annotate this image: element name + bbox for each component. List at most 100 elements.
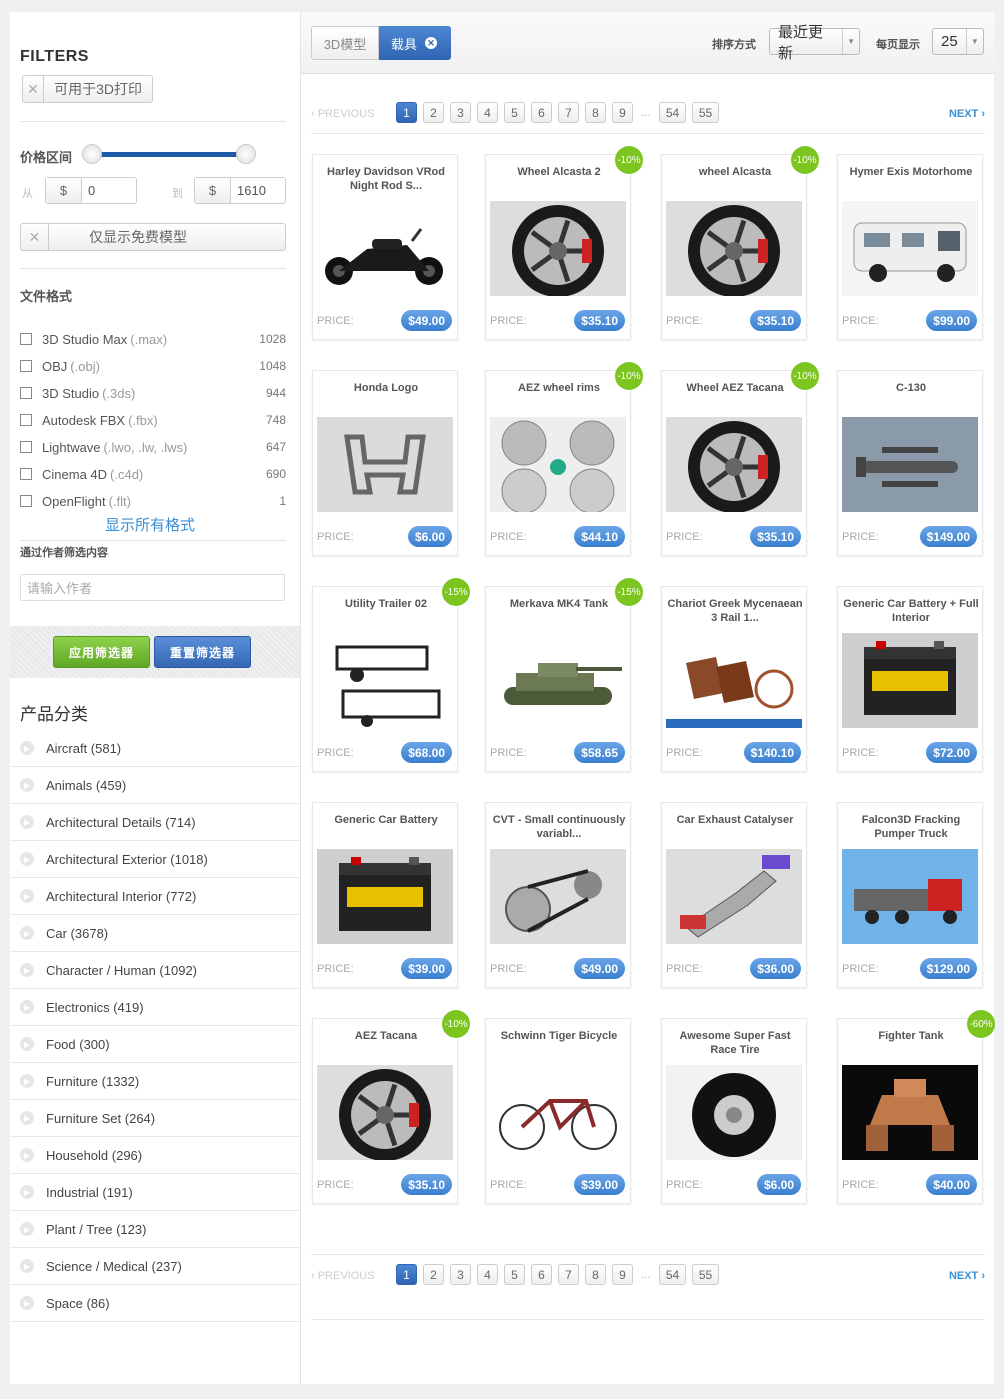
- category-item[interactable]: ▶ Household (296): [10, 1137, 300, 1174]
- format-option[interactable]: 3D Studio (.3ds) 944: [20, 383, 286, 403]
- page-button[interactable]: 8: [585, 1264, 606, 1285]
- product-title[interactable]: C-130: [842, 381, 980, 395]
- page-button[interactable]: 8: [585, 102, 606, 123]
- product-card[interactable]: C-130 PRICE: $149.00: [837, 370, 983, 556]
- page-button[interactable]: 3: [450, 1264, 471, 1285]
- product-title[interactable]: Car Exhaust Catalyser: [666, 813, 804, 827]
- category-item[interactable]: ▶ Architectural Exterior (1018): [10, 841, 300, 878]
- remove-icon[interactable]: ✕: [23, 76, 45, 102]
- category-item[interactable]: ▶ Aircraft (581): [10, 730, 300, 767]
- tire-icon[interactable]: [666, 1065, 802, 1160]
- logo-icon[interactable]: [317, 417, 453, 512]
- product-card[interactable]: wheel Alcasta PRICE: $35.10 -10%: [661, 146, 819, 340]
- sort-select[interactable]: 最近更新 ▼: [769, 24, 860, 62]
- exhaust-icon[interactable]: [666, 849, 802, 944]
- previous-link[interactable]: ‹ PREVIOUS: [311, 1270, 375, 1282]
- author-input[interactable]: 请输入作者: [20, 574, 285, 601]
- page-button[interactable]: 7: [558, 1264, 579, 1285]
- tank-icon[interactable]: [490, 633, 626, 728]
- category-item[interactable]: ▶ Character / Human (1092): [10, 952, 300, 989]
- category-item[interactable]: ▶ Car (3678): [10, 915, 300, 952]
- wheel-icon[interactable]: [317, 1065, 453, 1161]
- breadcrumb-current[interactable]: 载具 ✕: [379, 26, 451, 60]
- product-card[interactable]: Fighter Tank PRICE: $40.00 -60%: [837, 1010, 995, 1204]
- product-title[interactable]: Wheel Alcasta 2: [490, 165, 628, 179]
- apply-filters-button[interactable]: 应用筛选器: [53, 636, 150, 668]
- price-slider-max-handle[interactable]: [236, 144, 256, 164]
- per-page-select[interactable]: 25 ▼: [932, 28, 984, 55]
- next-link[interactable]: NEXT ›: [949, 108, 985, 120]
- price-max-input[interactable]: $ 1610: [194, 177, 286, 204]
- page-button[interactable]: 5: [504, 1264, 525, 1285]
- page-button[interactable]: 9: [612, 102, 633, 123]
- page-button[interactable]: 4: [477, 102, 498, 123]
- product-title[interactable]: Generic Car Battery: [317, 813, 455, 827]
- checkbox[interactable]: [20, 414, 32, 426]
- page-button[interactable]: 1: [396, 102, 417, 123]
- product-card[interactable]: Schwinn Tiger Bicycle PRICE: $39.00: [485, 1018, 631, 1204]
- category-item[interactable]: ▶ Science / Medical (237): [10, 1248, 300, 1285]
- checkbox[interactable]: [20, 387, 32, 399]
- close-icon[interactable]: ✕: [425, 37, 438, 49]
- page-button[interactable]: 3: [450, 102, 471, 123]
- product-card[interactable]: Wheel Alcasta 2 PRICE: $35.10 -10%: [485, 146, 643, 340]
- checkbox[interactable]: [20, 333, 32, 345]
- page-button[interactable]: 1: [396, 1264, 417, 1285]
- category-item[interactable]: ▶ Food (300): [10, 1026, 300, 1063]
- page-button[interactable]: 6: [531, 1264, 552, 1285]
- rims-icon[interactable]: [490, 417, 626, 514]
- product-title[interactable]: Generic Car Battery + Full Interior: [842, 597, 980, 625]
- product-title[interactable]: AEZ Tacana: [317, 1029, 455, 1043]
- product-title[interactable]: Fighter Tank: [842, 1029, 980, 1043]
- trailer-icon[interactable]: [317, 633, 453, 728]
- product-card[interactable]: Generic Car Battery PRICE: $39.00: [312, 802, 458, 988]
- category-item[interactable]: ▶ Furniture (1332): [10, 1063, 300, 1100]
- robot-icon[interactable]: [842, 1065, 978, 1160]
- page-button[interactable]: 54: [659, 1264, 686, 1285]
- price-min-input[interactable]: $ 0: [45, 177, 137, 204]
- product-card[interactable]: Wheel AEZ Tacana PRICE: $35.10 -10%: [661, 362, 819, 556]
- wheel-icon[interactable]: [666, 201, 802, 297]
- format-option[interactable]: Autodesk FBX (.fbx) 748: [20, 410, 286, 430]
- product-title[interactable]: Merkava MK4 Tank: [490, 597, 628, 611]
- page-button[interactable]: 6: [531, 102, 552, 123]
- product-card[interactable]: Awesome Super Fast Race Tire PRICE: $6.00: [661, 1018, 807, 1204]
- product-title[interactable]: Utility Trailer 02: [317, 597, 455, 611]
- page-button[interactable]: 55: [692, 1264, 719, 1285]
- product-title[interactable]: Harley Davidson VRod Night Rod S...: [317, 165, 455, 193]
- category-item[interactable]: ▶ Space (86): [10, 1285, 300, 1322]
- page-button[interactable]: 54: [659, 102, 686, 123]
- wheel-icon[interactable]: [666, 417, 802, 513]
- checkbox[interactable]: [20, 495, 32, 507]
- page-button[interactable]: 55: [692, 102, 719, 123]
- page-button[interactable]: 5: [504, 102, 525, 123]
- product-card[interactable]: Generic Car Battery + Full Interior PRICE…: [837, 586, 983, 772]
- product-title[interactable]: Falcon3D Fracking Pumper Truck: [842, 813, 980, 841]
- category-item[interactable]: ▶ Architectural Details (714): [10, 804, 300, 841]
- format-option[interactable]: OpenFlight (.flt) 1: [20, 491, 286, 511]
- category-item[interactable]: ▶ Animals (459): [10, 767, 300, 804]
- product-card[interactable]: Utility Trailer 02 PRICE: $68.00 -15%: [312, 578, 470, 772]
- product-title[interactable]: Awesome Super Fast Race Tire: [666, 1029, 804, 1057]
- page-button[interactable]: 2: [423, 1264, 444, 1285]
- checkbox[interactable]: [20, 441, 32, 453]
- product-card[interactable]: Harley Davidson VRod Night Rod S... PRICE…: [312, 154, 458, 340]
- breadcrumb-root[interactable]: 3D模型: [311, 26, 379, 60]
- motorcycle-icon[interactable]: [317, 201, 453, 296]
- previous-link[interactable]: ‹ PREVIOUS: [311, 108, 375, 120]
- product-card[interactable]: CVT - Small continuously variabl... PRICE…: [485, 802, 631, 988]
- product-title[interactable]: Chariot Greek Mycenaean 3 Rail 1...: [666, 597, 804, 625]
- next-link[interactable]: NEXT ›: [949, 1270, 985, 1282]
- format-option[interactable]: Lightwave (.lwo, .lw, .lws) 647: [20, 437, 286, 457]
- product-card[interactable]: Falcon3D Fracking Pumper Truck PRICE: $129…: [837, 802, 983, 988]
- category-item[interactable]: ▶ Furniture Set (264): [10, 1100, 300, 1137]
- plane-icon[interactable]: [842, 417, 978, 512]
- product-card[interactable]: AEZ wheel rims PRICE: $44.10 -10%: [485, 362, 643, 556]
- format-option[interactable]: OBJ (.obj) 1048: [20, 356, 286, 376]
- page-button[interactable]: 4: [477, 1264, 498, 1285]
- product-title[interactable]: Wheel AEZ Tacana: [666, 381, 804, 395]
- bicycle-icon[interactable]: [490, 1065, 626, 1160]
- chariot-icon[interactable]: [666, 633, 802, 728]
- page-button[interactable]: 2: [423, 102, 444, 123]
- product-title[interactable]: Honda Logo: [317, 381, 455, 395]
